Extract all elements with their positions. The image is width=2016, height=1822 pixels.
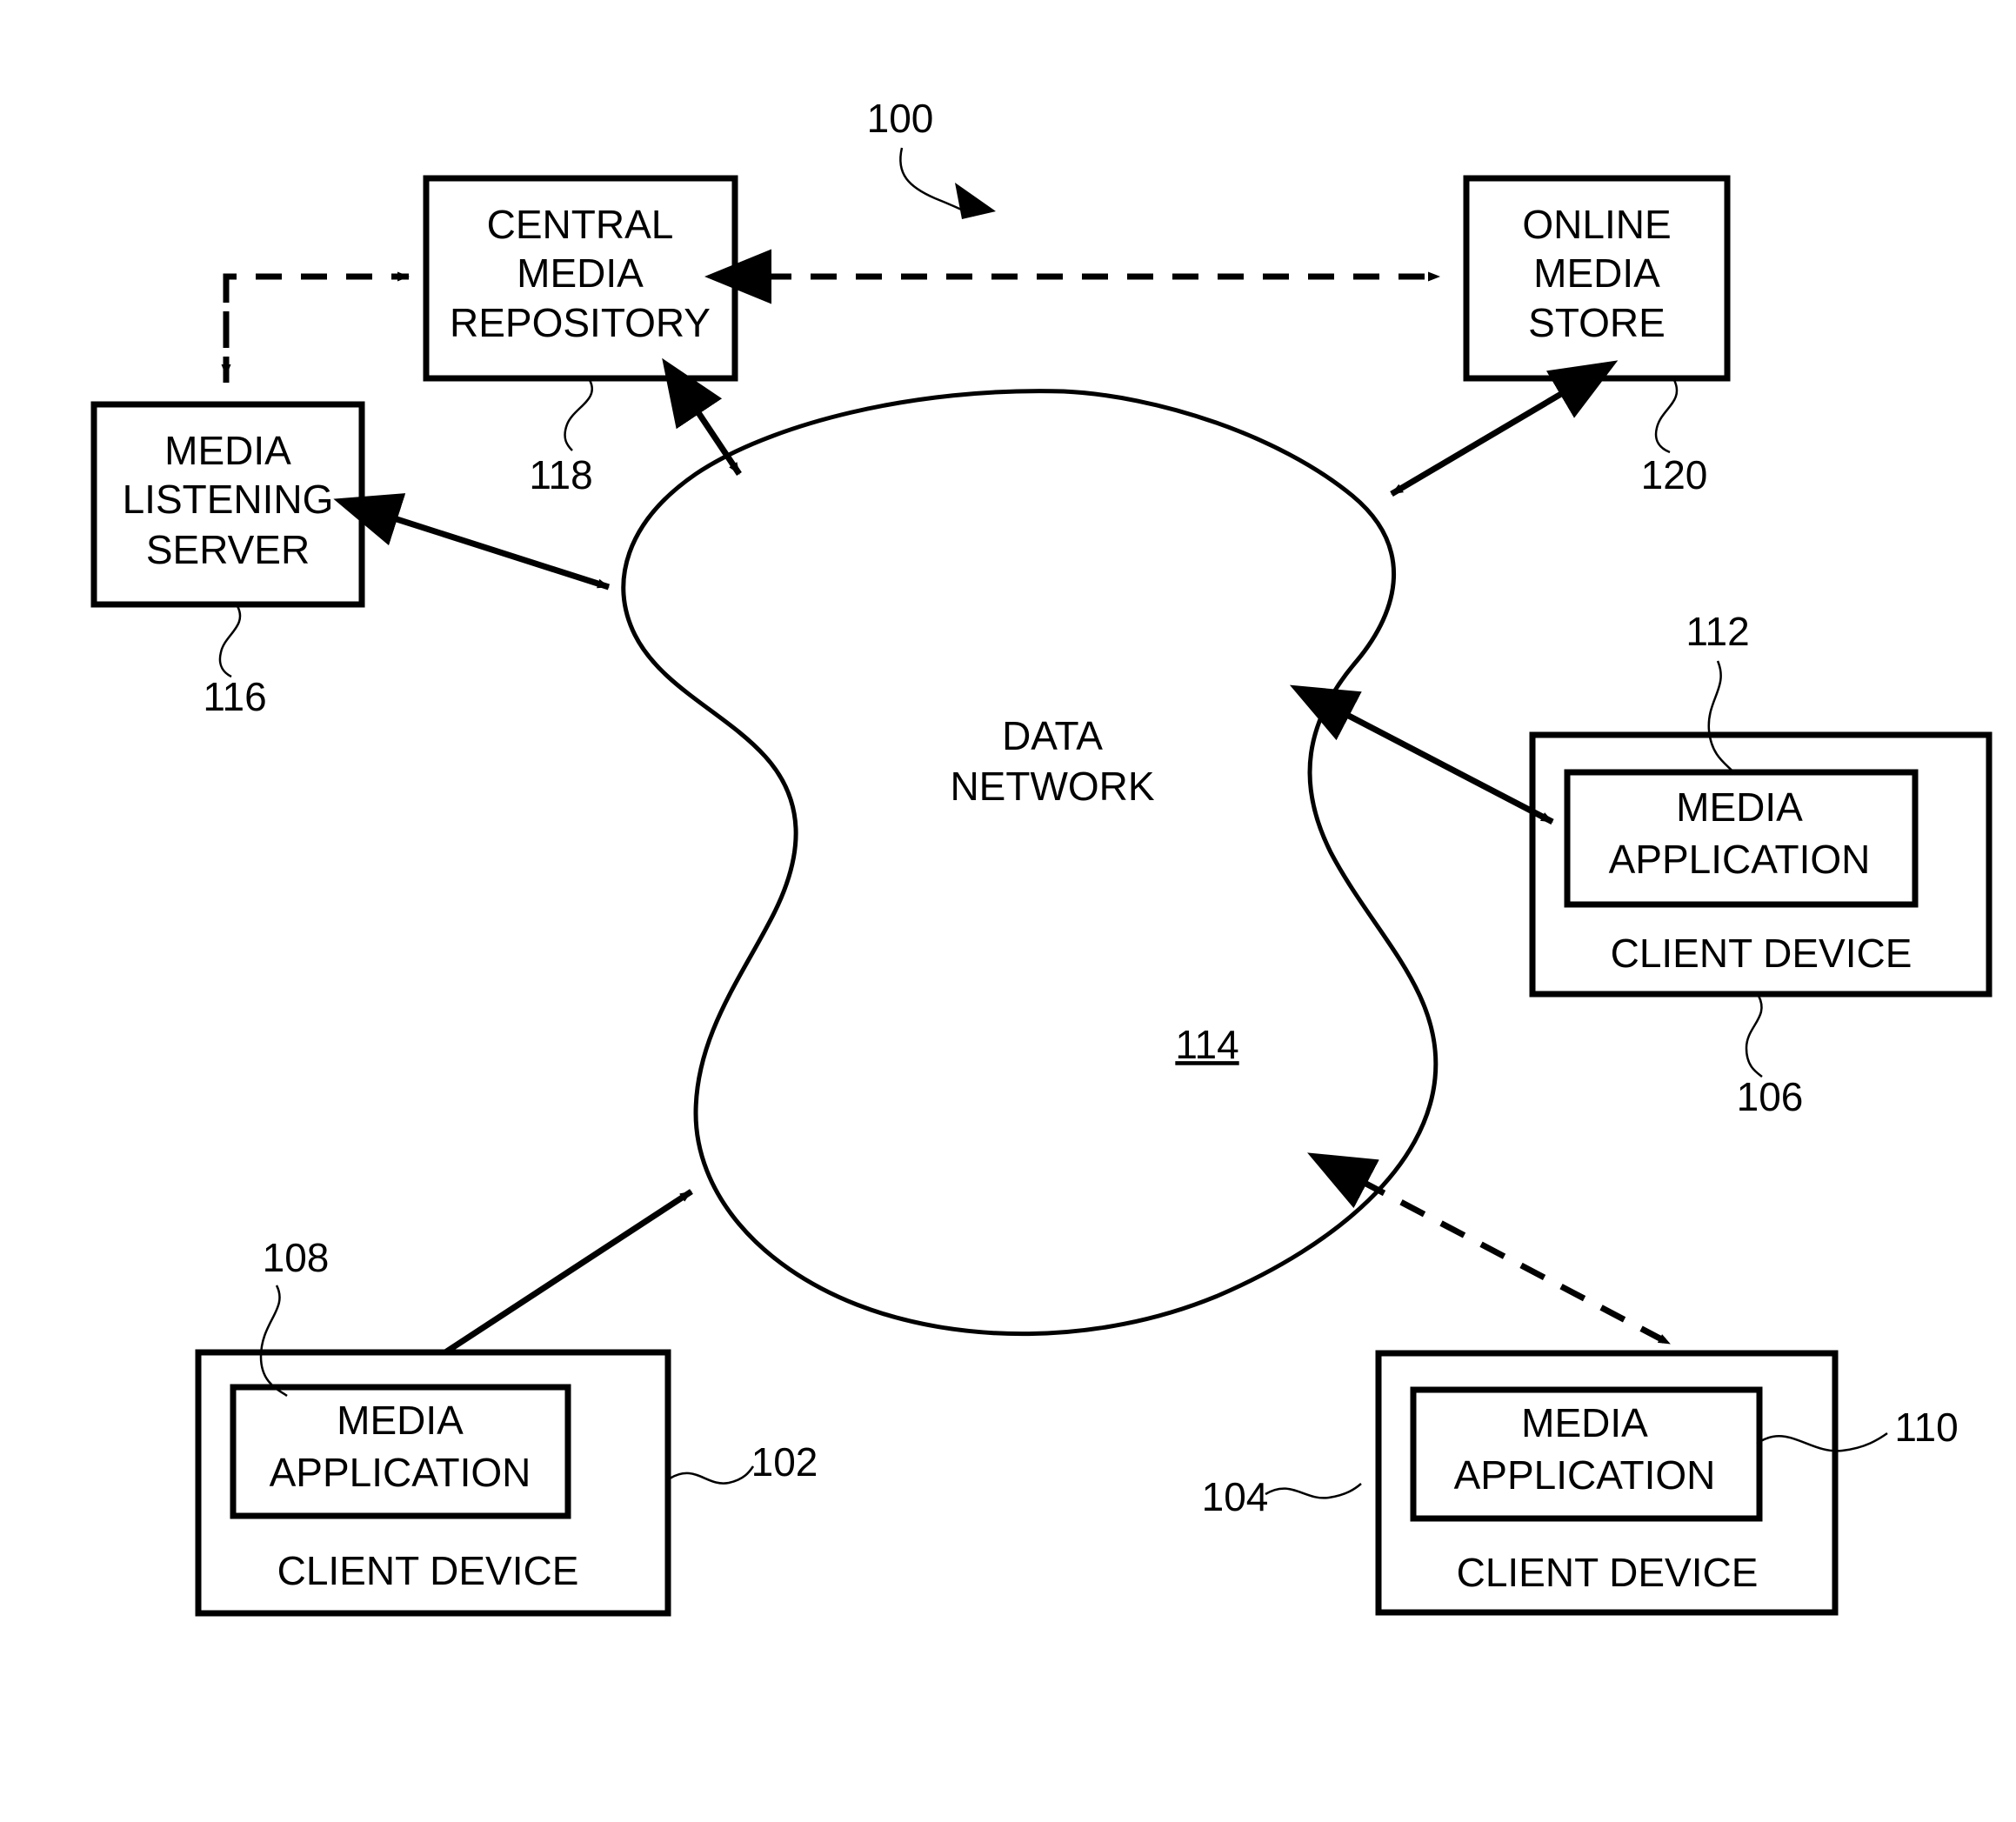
ref-112: 112	[1686, 609, 1749, 654]
leader-ref-106	[1745, 995, 1763, 1078]
ref-120: 120	[1641, 452, 1708, 497]
connector-network-to-client-right-top	[1289, 684, 1554, 825]
ref-100: 100	[867, 96, 934, 141]
ref-114: 114	[1175, 1022, 1238, 1067]
media-application-left-label-line1: MEDIA	[337, 1398, 464, 1443]
connector-listening-server-to-network	[333, 493, 611, 591]
central-media-repository-label-line2: MEDIA	[517, 250, 644, 296]
online-media-store-label-line3: STORE	[1528, 300, 1666, 345]
system-ref-arrowhead	[955, 183, 996, 219]
figure-canvas: CENTRAL MEDIA REPOSITORY ONLINE MEDIA ST…	[0, 0, 2016, 1822]
media-listening-server-label-line2: LISTENING	[123, 477, 334, 522]
leader-ref-108	[259, 1285, 288, 1398]
ref-116: 116	[203, 674, 266, 719]
central-media-repository-label-line3: REPOSITORY	[450, 300, 711, 345]
leader-ref-116	[218, 605, 242, 678]
ref-106: 106	[1737, 1074, 1804, 1119]
online-media-store-label-line2: MEDIA	[1533, 250, 1660, 296]
central-media-repository-label-line1: CENTRAL	[487, 202, 674, 247]
online-media-store-label-line1: ONLINE	[1522, 202, 1671, 247]
client-device-left-label: CLIENT DEVICE	[277, 1548, 579, 1593]
connector-listening-server-to-repository	[221, 271, 410, 383]
media-application-bottom-right-label-line2: APPLICATION	[1454, 1452, 1716, 1498]
leader-ref-118	[564, 379, 593, 451]
ref-102: 102	[751, 1439, 818, 1485]
media-application-right-top-label-line2: APPLICATION	[1609, 837, 1871, 882]
connector-network-to-client-bottom-right	[1307, 1152, 1672, 1347]
ref-104: 104	[1202, 1474, 1269, 1519]
client-device-right-top-label: CLIENT DEVICE	[1611, 931, 1913, 976]
leader-ref-102	[669, 1465, 755, 1485]
ref-118: 118	[529, 452, 592, 497]
leader-system-100	[899, 147, 996, 219]
connector-client-left-to-network	[444, 1189, 693, 1355]
leader-ref-112	[1707, 660, 1737, 775]
client-device-bottom-right-label: CLIENT DEVICE	[1457, 1550, 1759, 1595]
media-application-bottom-right-label-line1: MEDIA	[1521, 1400, 1648, 1445]
connector-online-store-to-network	[1390, 360, 1619, 497]
network-architecture-diagram: CENTRAL MEDIA REPOSITORY ONLINE MEDIA ST…	[90, 96, 1993, 1617]
media-application-right-top-label-line1: MEDIA	[1676, 784, 1803, 830]
media-application-left-label-line2: APPLICATION	[270, 1450, 531, 1495]
media-listening-server-label-line3: SERVER	[146, 527, 310, 572]
leader-ref-120	[1654, 379, 1679, 454]
leader-ref-104	[1265, 1483, 1362, 1499]
data-network-label-line2: NETWORK	[950, 764, 1154, 809]
data-network-label-line1: DATA	[1002, 713, 1103, 758]
leader-ref-110	[1756, 1432, 1888, 1452]
media-listening-server-label-line1: MEDIA	[164, 428, 291, 473]
ref-110: 110	[1894, 1405, 1958, 1450]
data-network-cloud	[621, 389, 1439, 1337]
ref-108: 108	[263, 1235, 330, 1280]
